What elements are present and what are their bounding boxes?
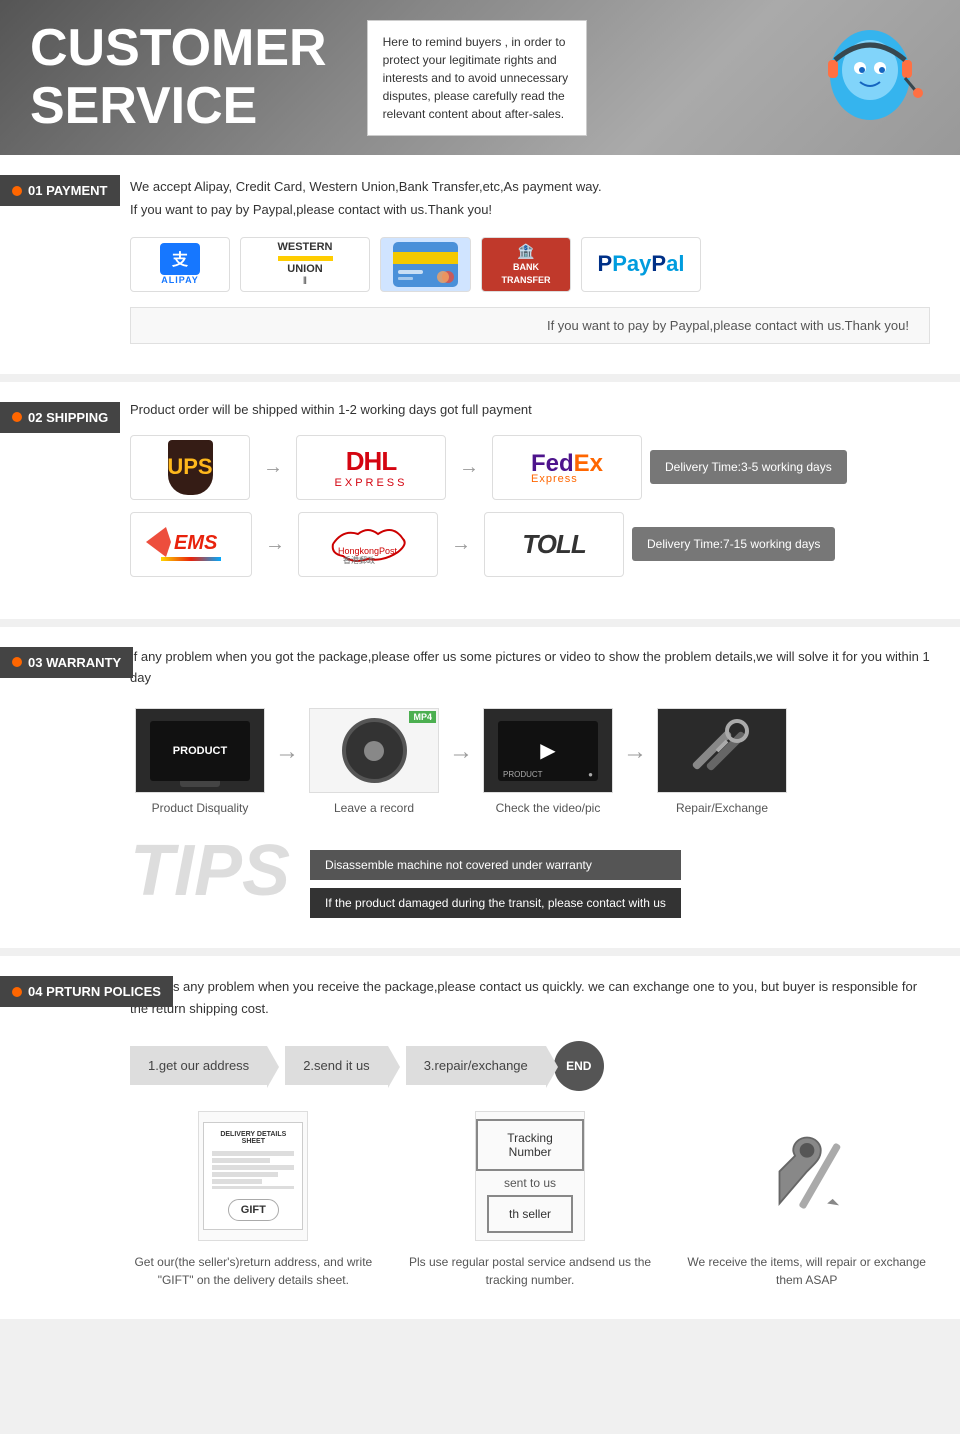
tracking-box: Tracking Number: [476, 1119, 584, 1171]
return-desc-1: Get our(the seller's)return address, and…: [130, 1253, 377, 1289]
flow-item-product: PRODUCT Product Disquality: [130, 708, 270, 815]
warranty-flow: PRODUCT Product Disquality → MP4 Leave a…: [130, 708, 930, 815]
payment-section: 01 PAYMENT We accept Alipay, Credit Card…: [0, 155, 960, 374]
seller-box: th seller: [487, 1195, 573, 1233]
hkpost-logo: HongkongPost 香港郵政: [323, 524, 413, 564]
page-header: CUSTOMER SERVICE Here to remind buyers ,…: [0, 0, 960, 155]
fast-delivery-time: Delivery Time:3-5 working days: [650, 450, 847, 484]
sent-text: sent to us: [504, 1176, 556, 1190]
toll-carrier: TOLL: [484, 512, 624, 577]
payment-label: 01 PAYMENT: [0, 175, 120, 206]
flow-label-product: Product Disquality: [152, 801, 249, 815]
dhl-express-text: EXPRESS: [335, 477, 408, 489]
warranty-label: 03 WARRANTY: [0, 647, 133, 678]
ups-carrier: UPS: [130, 435, 250, 500]
step-3: 3.repair/exchange: [406, 1046, 546, 1085]
shipping-section: 02 SHIPPING Product order will be shippe…: [0, 382, 960, 619]
payment-note: If you want to pay by Paypal,please cont…: [130, 307, 930, 344]
tips-items: Disassemble machine not covered under wa…: [310, 835, 681, 918]
payment-dot: [12, 186, 22, 196]
return-steps: 1.get our address 2.send it us 3.repair/…: [130, 1041, 930, 1091]
flow-box-repair: [657, 708, 787, 793]
flow-item-record: MP4 Leave a record: [304, 708, 444, 815]
shipping-text: Product order will be shipped within 1-2…: [130, 402, 930, 417]
warranty-text: If any problem when you got the package,…: [130, 647, 930, 689]
paypal-icon: PPayPal: [581, 237, 701, 292]
toll-logo: TOLL: [522, 529, 585, 560]
payment-icons-row: 支 ALIPAY WESTERN UNION ‖: [130, 237, 930, 292]
tools-img: [752, 1111, 862, 1241]
flow-label-check: Check the video/pic: [496, 801, 601, 815]
hkpost-carrier: HongkongPost 香港郵政: [298, 512, 438, 577]
return-item-2: Tracking Number sent to us th seller Pls…: [407, 1111, 654, 1289]
svg-text:香港郵政: 香港郵政: [343, 555, 375, 564]
payment-text1: We accept Alipay, Credit Card, Western U…: [130, 175, 930, 222]
flow-item-repair: Repair/Exchange: [652, 708, 792, 815]
return-label: 04 PRTURN POLICES: [0, 976, 173, 1007]
arrow3: →: [260, 533, 290, 556]
ups-logo: UPS: [168, 440, 213, 495]
delivery-sheet-img: DELIVERY DETAILS SHEET GIFT: [198, 1111, 308, 1241]
flow-box-product: PRODUCT: [135, 708, 265, 793]
flow-label-repair: Repair/Exchange: [676, 801, 768, 815]
return-flow: DELIVERY DETAILS SHEET GIFT Get our: [130, 1111, 930, 1289]
warranty-section: 03 WARRANTY If any problem when you got …: [0, 627, 960, 949]
flow-arrow2: →: [449, 738, 473, 766]
svg-text:HongkongPost: HongkongPost: [338, 546, 398, 556]
flow-item-check: ▶ PRODUCT ● Check the video/pic: [478, 708, 618, 815]
tips-word: TIPS: [130, 835, 290, 907]
flow-label-record: Leave a record: [334, 801, 414, 815]
tip-item-2: If the product damaged during the transi…: [310, 888, 681, 918]
flow-box-record: MP4: [309, 708, 439, 793]
arrow2: →: [454, 456, 484, 479]
header-notice: Here to remind buyers , in order to prot…: [367, 20, 587, 136]
slow-carriers-row: EMS → HongkongPost 香港郵政 → TOLL Deliv: [130, 512, 930, 577]
tips-section: TIPS Disassemble machine not covered und…: [130, 835, 930, 918]
return-section: 04 PRTURN POLICES If there's any problem…: [0, 956, 960, 1318]
shipping-label: 02 SHIPPING: [0, 402, 120, 433]
step-end: END: [554, 1041, 604, 1091]
arrow4: →: [446, 533, 476, 556]
arrow1: →: [258, 456, 288, 479]
return-text: If there's any problem when you receive …: [130, 976, 930, 1020]
tracking-img: Tracking Number sent to us th seller: [475, 1111, 585, 1241]
ems-carrier: EMS: [130, 512, 252, 577]
fast-carriers-row: UPS → DHL EXPRESS → FedEx Express Delive…: [130, 435, 930, 500]
ems-logo: EMS: [146, 527, 236, 561]
dhl-logo: DHL: [335, 446, 408, 477]
step-2: 2.send it us: [285, 1046, 388, 1085]
header-title: CUSTOMER SERVICE: [30, 20, 327, 134]
bank-transfer-icon: 🏦 BANK TRANSFER: [481, 237, 571, 292]
flow-arrow1: →: [275, 738, 299, 766]
fedex-carrier: FedEx Express: [492, 435, 642, 500]
step-1: 1.get our address: [130, 1046, 267, 1085]
svg-text:EMS: EMS: [174, 532, 218, 554]
credit-card-icon: [380, 237, 471, 292]
return-desc-2: Pls use regular postal service andsend u…: [407, 1253, 654, 1289]
svg-text:支: 支: [171, 250, 189, 269]
shipping-dot: [12, 412, 22, 422]
western-union-icon: WESTERN UNION ‖: [240, 237, 370, 292]
flow-arrow3: →: [623, 738, 647, 766]
return-item-3: We receive the items, will repair or exc…: [683, 1111, 930, 1289]
tip-item-1: Disassemble machine not covered under wa…: [310, 850, 681, 880]
slow-delivery-time: Delivery Time:7-15 working days: [632, 527, 835, 561]
mascot-icon: [810, 10, 930, 145]
warranty-dot: [12, 657, 22, 667]
return-item-1: DELIVERY DETAILS SHEET GIFT Get our: [130, 1111, 377, 1289]
return-desc-3: We receive the items, will repair or exc…: [683, 1253, 930, 1289]
alipay-icon: 支 ALIPAY: [130, 237, 230, 292]
flow-box-check: ▶ PRODUCT ●: [483, 708, 613, 793]
return-dot: [12, 987, 22, 997]
dhl-carrier: DHL EXPRESS: [296, 435, 446, 500]
